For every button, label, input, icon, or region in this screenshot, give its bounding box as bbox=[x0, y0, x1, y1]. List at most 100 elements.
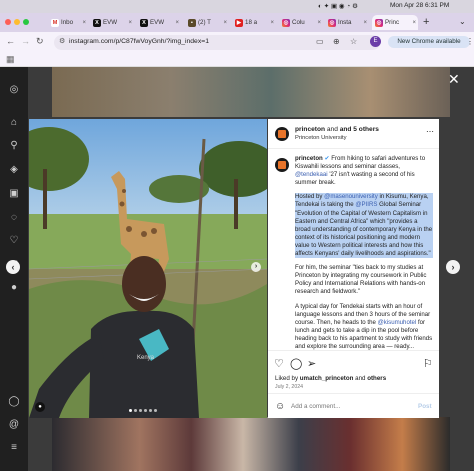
post-details-panel: princeton and and 5 others Princeton Uni… bbox=[268, 119, 439, 418]
caption-text: Global Seminar "Evolution of the Capital… bbox=[295, 201, 433, 258]
collaborators-link[interactable]: and 5 others bbox=[340, 126, 379, 133]
bookmark-star-icon[interactable]: ☆ bbox=[350, 37, 357, 46]
search-icon[interactable]: ⚲ bbox=[7, 139, 21, 153]
verified-badge-icon: ✔ bbox=[322, 155, 332, 162]
site-icon: ▪ bbox=[188, 18, 196, 27]
site-info-icon[interactable]: ⚙ bbox=[59, 37, 65, 45]
more-menu-icon[interactable]: ⋮ bbox=[466, 37, 474, 46]
post-header: princeton and and 5 others Princeton Uni… bbox=[268, 119, 439, 149]
mention-link[interactable]: @PIIRS bbox=[355, 201, 377, 208]
post-actions: ♡ ◯ ➢ ⚐ Liked by umatch_princeton and ot… bbox=[268, 350, 439, 418]
minimize-window-button[interactable] bbox=[14, 19, 20, 25]
tab-label: Colu bbox=[292, 19, 305, 26]
menu-clock: Mon Apr 28 6:31 PM bbox=[390, 2, 450, 9]
close-window-button[interactable] bbox=[5, 19, 11, 25]
instagram-logo-icon[interactable]: ◎ bbox=[7, 83, 21, 97]
carousel-dots bbox=[129, 409, 157, 412]
share-send-icon[interactable]: ➢ bbox=[307, 357, 316, 370]
mention-link[interactable]: @masenouniversity bbox=[324, 193, 378, 200]
address-url: instagram.com/p/C87fwVoyGnh/?img_index=1 bbox=[69, 38, 209, 45]
tab-notifications[interactable]: ▪ (2) T × bbox=[185, 15, 229, 30]
tab-instagram-1[interactable]: ◎ Colu × bbox=[279, 15, 323, 30]
home-icon[interactable]: ⌂ bbox=[7, 116, 21, 130]
author-subtitle: Princeton University bbox=[295, 135, 347, 141]
profile-avatar[interactable]: E bbox=[370, 36, 381, 47]
apps-grid-icon[interactable]: ▦ bbox=[6, 54, 15, 65]
screen-cast-icon[interactable]: ▭ bbox=[316, 37, 324, 46]
x-logo-icon: X bbox=[93, 18, 101, 27]
mac-menu-bar: ◐ ✦ ▣ ◉ ◔ ⚙ Mon Apr 28 6:31 PM bbox=[0, 0, 474, 13]
mention-link[interactable]: @kisumuhotel bbox=[378, 319, 417, 326]
tab-x-2[interactable]: X EVW × bbox=[137, 15, 181, 30]
close-icon[interactable]: × bbox=[175, 20, 181, 26]
like-heart-icon[interactable]: ♡ bbox=[274, 357, 284, 370]
tab-instagram-active[interactable]: ◎ Princ × bbox=[372, 15, 418, 30]
x-logo-icon: X bbox=[140, 18, 148, 27]
caption-text: Hosted by bbox=[295, 193, 323, 201]
mention-link[interactable]: @tendekaai bbox=[295, 171, 328, 178]
browser-toolbar: ← → ↻ ⚙ instagram.com/p/C87fwVoyGnh/?img… bbox=[0, 32, 474, 52]
tab-strip: M Inbo × X EVW × X EVW × ▪ (2) T × ▶ 18 a × ◎ Colu ×… bbox=[0, 13, 474, 32]
tab-search-chevron-icon[interactable]: ⌄ bbox=[459, 17, 466, 26]
tab-x-1[interactable]: X EVW × bbox=[90, 15, 134, 30]
address-bar[interactable]: ⚙ instagram.com/p/C87fwVoyGnh/?img_index… bbox=[54, 35, 380, 50]
save-bookmark-icon[interactable]: ⚐ bbox=[423, 357, 433, 370]
menu-hamburger-icon[interactable]: ≡ bbox=[7, 441, 21, 455]
author-avatar[interactable] bbox=[275, 127, 289, 141]
instagram-icon: ◎ bbox=[375, 18, 383, 27]
feed-photo-strip-top bbox=[52, 67, 450, 117]
zoom-icon[interactable]: ⊕ bbox=[333, 37, 340, 46]
close-icon[interactable]: × bbox=[223, 20, 229, 26]
notifications-heart-icon[interactable]: ♡ bbox=[7, 234, 21, 248]
shirt-text: Kenya bbox=[137, 355, 155, 361]
more-options-icon[interactable]: ⋯ bbox=[426, 127, 434, 136]
youtube-icon: ▶ bbox=[235, 18, 243, 27]
close-icon[interactable]: × bbox=[82, 20, 88, 26]
comment-input[interactable]: Add a comment... bbox=[291, 403, 340, 410]
reels-icon[interactable]: ▣ bbox=[7, 187, 21, 201]
tab-youtube[interactable]: ▶ 18 a × bbox=[232, 15, 276, 30]
liked-user-link[interactable]: umatch_princeton bbox=[300, 375, 354, 382]
photo-next-arrow-icon[interactable]: › bbox=[251, 262, 261, 272]
profile-icon[interactable]: ● bbox=[7, 281, 21, 295]
safari-selfie-image: Kenya bbox=[29, 119, 267, 418]
comment-icon[interactable]: ◯ bbox=[290, 357, 302, 370]
close-icon[interactable]: × bbox=[412, 20, 418, 26]
new-chrome-available-button[interactable]: New Chrome available bbox=[388, 36, 470, 48]
close-icon[interactable]: × bbox=[363, 20, 369, 26]
feed-photo-strip-bottom bbox=[52, 417, 450, 471]
zoom-window-button[interactable] bbox=[23, 19, 29, 25]
close-icon[interactable]: × bbox=[270, 20, 276, 26]
reload-icon[interactable]: ↻ bbox=[36, 36, 44, 47]
previous-post-button[interactable]: ‹ bbox=[6, 260, 20, 274]
threads-icon[interactable]: ◯ bbox=[7, 395, 21, 409]
caption: princeton ✔ From hiking to safari advent… bbox=[295, 155, 433, 357]
emoji-icon[interactable]: ☺ bbox=[275, 401, 285, 412]
comment-box: ☺ Add a comment... Post bbox=[268, 393, 439, 419]
explore-icon[interactable]: ◈ bbox=[7, 163, 21, 177]
close-icon[interactable]: × bbox=[317, 20, 323, 26]
liked-and: and bbox=[355, 375, 366, 382]
forward-arrow-icon[interactable]: → bbox=[21, 36, 30, 46]
caption-author[interactable]: princeton bbox=[295, 155, 323, 162]
messages-icon[interactable]: ◌ bbox=[7, 211, 21, 225]
caption-paragraph-2: Hosted by @masenouniversity in Kisumu, K… bbox=[295, 193, 433, 259]
post-date[interactable]: July 2, 2024 bbox=[275, 384, 303, 390]
close-icon[interactable]: × bbox=[128, 20, 134, 26]
back-arrow-icon[interactable]: ← bbox=[6, 36, 15, 46]
tab-label: Inbo bbox=[61, 19, 74, 26]
threads-at-icon[interactable]: @ bbox=[7, 418, 21, 432]
next-post-button[interactable]: › bbox=[446, 260, 460, 274]
tab-instagram-2[interactable]: ◎ Insta × bbox=[325, 15, 369, 30]
liked-others-link[interactable]: others bbox=[367, 375, 386, 382]
liked-prefix: Liked by bbox=[275, 375, 299, 382]
tab-inbox[interactable]: M Inbo × bbox=[48, 15, 88, 30]
author-username[interactable]: princeton bbox=[295, 126, 325, 133]
post-photo[interactable]: Kenya › ● bbox=[29, 119, 267, 418]
post-comment-button[interactable]: Post bbox=[418, 403, 432, 410]
caption-avatar[interactable] bbox=[275, 158, 289, 172]
close-modal-icon[interactable]: ✕ bbox=[448, 71, 460, 88]
new-tab-plus-icon[interactable]: + bbox=[423, 16, 429, 28]
bookmarks-bar: ▦ bbox=[0, 52, 474, 67]
tagged-users-icon[interactable]: ● bbox=[35, 402, 45, 412]
